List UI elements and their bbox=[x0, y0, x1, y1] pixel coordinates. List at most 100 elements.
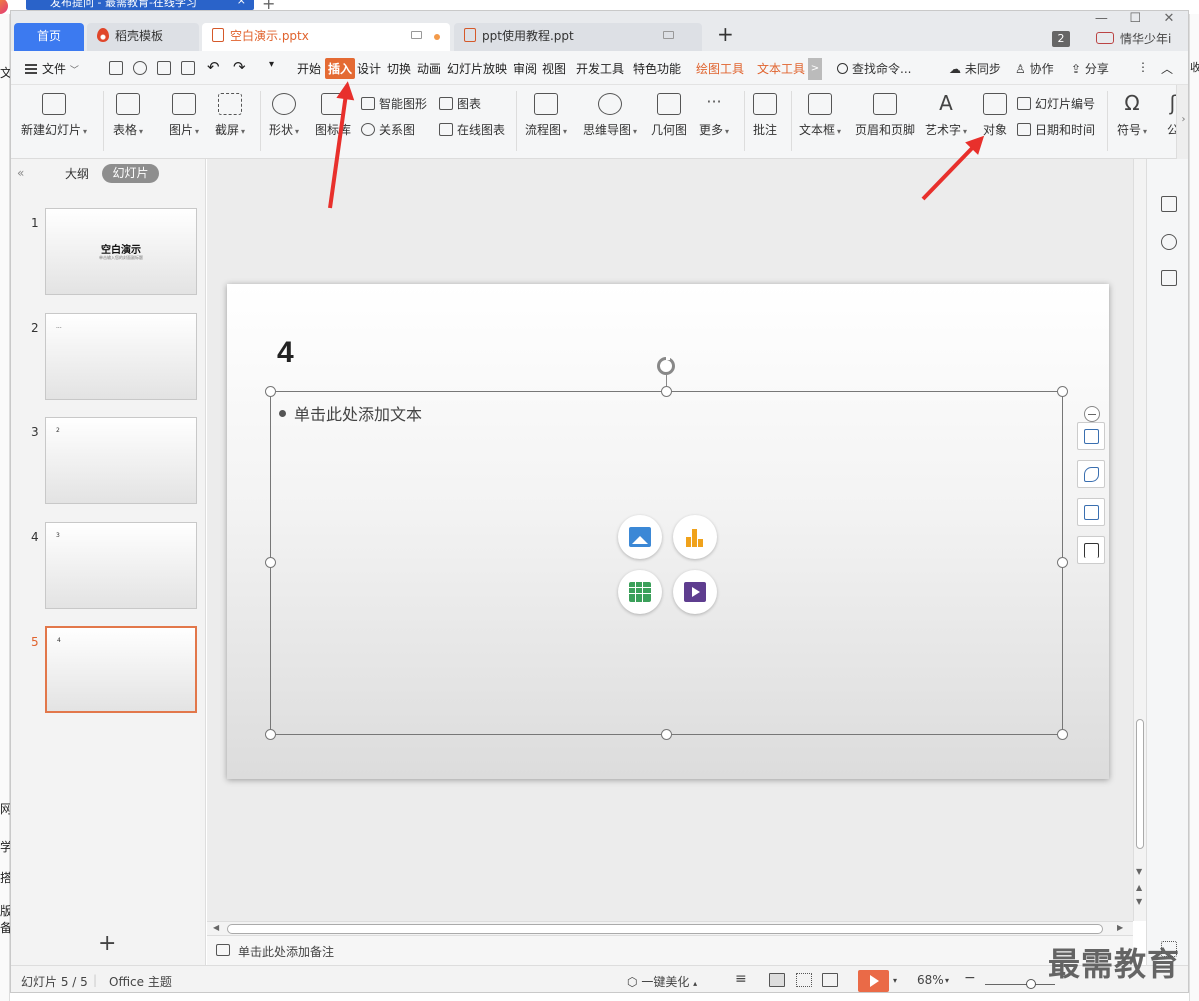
fill-button[interactable] bbox=[1077, 498, 1105, 526]
collab-button[interactable]: ♙ 协作 bbox=[1015, 60, 1054, 77]
share-button[interactable]: ⇪ 分享 bbox=[1071, 60, 1109, 77]
content-placeholder[interactable]: 单击此处添加文本 bbox=[270, 391, 1063, 735]
menu-review[interactable]: 审阅 bbox=[513, 60, 537, 77]
slide-number-button[interactable]: 幻灯片编号 bbox=[1017, 95, 1095, 112]
slide-thumbnail-2[interactable]: ... bbox=[45, 313, 197, 400]
insert-table-button[interactable] bbox=[618, 570, 662, 614]
menu-transition[interactable]: 切换 bbox=[387, 60, 411, 77]
close-window-button[interactable]: ✕ bbox=[1154, 11, 1184, 26]
browser-tab-close-icon[interactable]: × bbox=[237, 0, 246, 6]
vertical-scrollbar[interactable]: ▼ ▲ ▼ bbox=[1133, 159, 1146, 921]
content-placeholder-text[interactable]: 单击此处添加文本 bbox=[279, 401, 422, 425]
sync-status[interactable]: ☁ 未同步 bbox=[949, 60, 1001, 77]
collapse-panel-icon[interactable]: « bbox=[17, 166, 24, 180]
next-slide-icon[interactable]: ▼ bbox=[1136, 897, 1142, 906]
menu-animation[interactable]: 动画 bbox=[417, 60, 441, 77]
reading-view-icon[interactable] bbox=[822, 973, 838, 987]
slide-thumbnail-1[interactable]: 空白演示 单击输入您的封面副标题 bbox=[45, 208, 197, 295]
browser-tab[interactable]: 发布提问 - 最需教育-在线学习 × bbox=[26, 0, 254, 10]
relation-chart-button[interactable]: 关系图 bbox=[361, 121, 415, 138]
convert-icon[interactable] bbox=[1161, 270, 1177, 286]
menu-developer[interactable]: 开发工具 bbox=[576, 60, 624, 77]
rotate-handle-icon[interactable] bbox=[657, 356, 675, 375]
properties-icon[interactable] bbox=[1161, 196, 1177, 212]
resize-handle[interactable] bbox=[661, 729, 672, 740]
brush-button[interactable] bbox=[1077, 460, 1105, 488]
print-preview-icon[interactable] bbox=[181, 61, 195, 75]
more-options-icon[interactable]: ⋮ bbox=[1137, 60, 1149, 74]
chart-button[interactable]: 图表 bbox=[439, 95, 481, 112]
layers-button[interactable] bbox=[1077, 422, 1105, 450]
shape-button[interactable]: 形状 ▾ bbox=[269, 93, 299, 138]
user-account[interactable]: 情华少年i bbox=[1096, 30, 1171, 47]
play-options-icon[interactable]: ▾ bbox=[893, 976, 897, 985]
play-slideshow-button[interactable] bbox=[858, 970, 889, 992]
window-count-badge[interactable]: 2 bbox=[1052, 31, 1070, 47]
save-icon[interactable] bbox=[109, 61, 123, 75]
tab-home[interactable]: 首页 bbox=[14, 23, 84, 51]
flowchart-button[interactable]: 流程图 ▾ bbox=[525, 93, 567, 138]
redo-icon[interactable]: ↷ bbox=[233, 58, 246, 76]
menu-drawing-tools[interactable]: 绘图工具 bbox=[696, 60, 744, 77]
sorter-view-icon[interactable] bbox=[796, 973, 812, 987]
object-button[interactable]: 对象 bbox=[983, 93, 1007, 138]
date-time-button[interactable]: 日期和时间 bbox=[1017, 121, 1095, 138]
command-search[interactable]: 查找命令... bbox=[837, 60, 911, 77]
header-footer-button[interactable]: 页眉和页脚 bbox=[855, 93, 915, 138]
theme-name[interactable]: Office 主题 bbox=[109, 973, 172, 990]
notes-pane[interactable]: 单击此处添加备注 bbox=[207, 935, 1133, 965]
resize-handle[interactable] bbox=[1057, 386, 1068, 397]
notes-toggle-icon[interactable]: ≡ bbox=[735, 971, 747, 987]
scroll-right-icon[interactable]: ▶ bbox=[1117, 923, 1123, 932]
tab-slides[interactable]: 幻灯片 bbox=[102, 164, 159, 183]
collapse-float-toolbar-icon[interactable] bbox=[1084, 406, 1100, 422]
menu-text-tools[interactable]: 文本工具 bbox=[757, 60, 805, 77]
menu-design[interactable]: 设计 bbox=[357, 60, 381, 77]
zoom-out-button[interactable]: − bbox=[964, 970, 976, 986]
symbol-button[interactable]: Ω 符号 ▾ bbox=[1117, 93, 1147, 138]
tab-outline[interactable]: 大纲 bbox=[65, 165, 89, 182]
scroll-down-icon[interactable]: ▼ bbox=[1136, 867, 1142, 876]
screenshot-button[interactable]: 截屏 ▾ bbox=[215, 93, 245, 138]
format-painter-icon[interactable] bbox=[133, 61, 147, 75]
new-tab-button[interactable]: + bbox=[717, 22, 734, 46]
resize-handle[interactable] bbox=[265, 557, 276, 568]
mindmap-button[interactable]: 思维导图 ▾ bbox=[583, 93, 637, 138]
print-icon[interactable] bbox=[157, 61, 171, 75]
horizontal-scrollbar[interactable]: ◀ ▶ bbox=[207, 921, 1133, 935]
scroll-left-icon[interactable]: ◀ bbox=[213, 923, 219, 932]
textbox-button[interactable]: 文本框 ▾ bbox=[799, 93, 841, 138]
insert-chart-button[interactable] bbox=[673, 515, 717, 559]
tab-ppt-tutorial[interactable]: ppt使用教程.ppt bbox=[454, 23, 702, 51]
menu-home[interactable]: 开始 bbox=[297, 60, 321, 77]
menu-scroll-right-button[interactable]: > bbox=[808, 58, 822, 80]
horizontal-scroll-thumb[interactable] bbox=[227, 924, 1103, 934]
undo-icon[interactable]: ↶ bbox=[207, 58, 220, 76]
zoom-slider[interactable] bbox=[985, 984, 1055, 985]
vertical-scroll-thumb[interactable] bbox=[1136, 719, 1144, 849]
normal-view-icon[interactable] bbox=[769, 973, 785, 987]
menu-view[interactable]: 视图 bbox=[542, 60, 566, 77]
border-button[interactable] bbox=[1077, 536, 1105, 564]
slide-thumbnail-3[interactable]: 2 bbox=[45, 417, 197, 504]
wordart-button[interactable]: A 艺术字 ▾ bbox=[925, 93, 967, 138]
resize-handle[interactable] bbox=[1057, 729, 1068, 740]
tab-blank-presentation[interactable]: 空白演示.pptx bbox=[202, 23, 450, 51]
resize-handle[interactable] bbox=[265, 729, 276, 740]
insert-picture-button[interactable] bbox=[618, 515, 662, 559]
notes-placeholder[interactable]: 单击此处添加备注 bbox=[238, 943, 334, 960]
menu-file[interactable]: 文件 ﹀ bbox=[25, 60, 79, 77]
comment-button[interactable]: 批注 bbox=[753, 93, 777, 138]
resize-handle[interactable] bbox=[1057, 557, 1068, 568]
insert-video-button[interactable] bbox=[673, 570, 717, 614]
geometry-button[interactable]: 几何图 bbox=[651, 93, 687, 138]
menu-slideshow[interactable]: 幻灯片放映 bbox=[447, 60, 507, 77]
customize-quick-access-icon[interactable]: ▾ bbox=[269, 59, 274, 70]
slide-thumbnail-5[interactable]: 4 bbox=[45, 626, 197, 713]
ribbon-scroll-right-icon[interactable]: › bbox=[1176, 85, 1188, 159]
picture-button[interactable]: 图片 ▾ bbox=[169, 93, 199, 138]
menu-insert[interactable]: 插入 bbox=[325, 58, 356, 79]
menu-features[interactable]: 特色功能 bbox=[633, 60, 681, 77]
smartart-button[interactable]: 智能图形 bbox=[361, 95, 427, 112]
prev-slide-icon[interactable]: ▲ bbox=[1136, 883, 1142, 892]
